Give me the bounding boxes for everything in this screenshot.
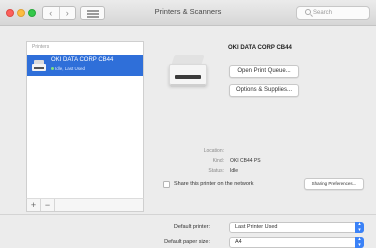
status-value: Idle [230, 168, 239, 174]
back-forward-control: ‹ › [42, 6, 76, 20]
share-printer-row: Share this printer on the network [163, 181, 293, 189]
options-supplies-button[interactable]: Options & Supplies... [229, 84, 299, 97]
printer-list: Printers OKI DATA CORP CB44 Idle, Last U… [26, 41, 144, 199]
add-remove-bar: + − [26, 198, 144, 212]
status-dot-icon [51, 67, 54, 70]
default-printer-label: Default printer: [173, 224, 210, 230]
remove-printer-button[interactable]: − [41, 199, 55, 211]
popup-arrows-icon: ▴ ▾ [355, 221, 364, 233]
printer-icon-slot [34, 67, 44, 69]
status-label: Status: [208, 168, 224, 174]
printer-large-icon [165, 53, 211, 93]
printers-scanners-window: ‹ › Printers & Scanners Search Printers … [0, 0, 376, 248]
default-paper-select[interactable]: A4 ▴ ▾ [229, 236, 364, 248]
show-all-button[interactable] [80, 6, 105, 20]
kind-value: OKI CB44 PS [230, 158, 261, 164]
popup-arrows-icon: ▴ ▾ [355, 236, 364, 248]
search-field[interactable]: Search [296, 6, 370, 20]
window-title: Printers & Scanners [154, 7, 222, 16]
grid-icon [87, 10, 99, 12]
printer-icon [31, 58, 47, 73]
add-printer-button[interactable]: + [27, 199, 41, 211]
default-paper-label: Default paper size: [164, 239, 210, 245]
printer-list-header: Printers [32, 44, 50, 50]
kind-label: Kind: [212, 158, 224, 164]
default-printer-value: Last Printer Used [235, 224, 278, 230]
search-icon [305, 9, 311, 15]
zoom-button[interactable] [28, 9, 36, 17]
default-paper-value: A4 [235, 239, 242, 245]
share-printer-checkbox[interactable] [163, 181, 170, 188]
printer-list-name: OKI DATA CORP CB44 [51, 57, 114, 63]
back-button[interactable]: ‹ [43, 7, 59, 19]
grid-icon-line [87, 13, 99, 15]
minimize-button[interactable] [17, 9, 25, 17]
title-bar: ‹ › Printers & Scanners Search [0, 0, 376, 26]
printer-title: OKI DATA CORP CB44 [228, 45, 292, 51]
divider [0, 214, 376, 215]
sharing-preferences-button[interactable]: Sharing Preferences... [304, 178, 364, 190]
grid-icon-line [87, 16, 99, 18]
printer-list-status: Idle, Last Used [55, 66, 86, 71]
share-printer-label: Share this printer on the network [174, 181, 254, 187]
default-printer-select[interactable]: Last Printer Used ▴ ▾ [229, 221, 364, 233]
search-placeholder: Search [313, 10, 333, 16]
printer-list-item[interactable]: OKI DATA CORP CB44 Idle, Last Used [27, 55, 143, 76]
location-label: Location: [203, 148, 224, 154]
close-button[interactable] [6, 9, 14, 17]
open-print-queue-button[interactable]: Open Print Queue... [229, 65, 299, 78]
forward-button[interactable]: › [58, 7, 76, 19]
printer-large-icon-base [171, 84, 205, 87]
printer-large-icon-slot [175, 75, 201, 79]
